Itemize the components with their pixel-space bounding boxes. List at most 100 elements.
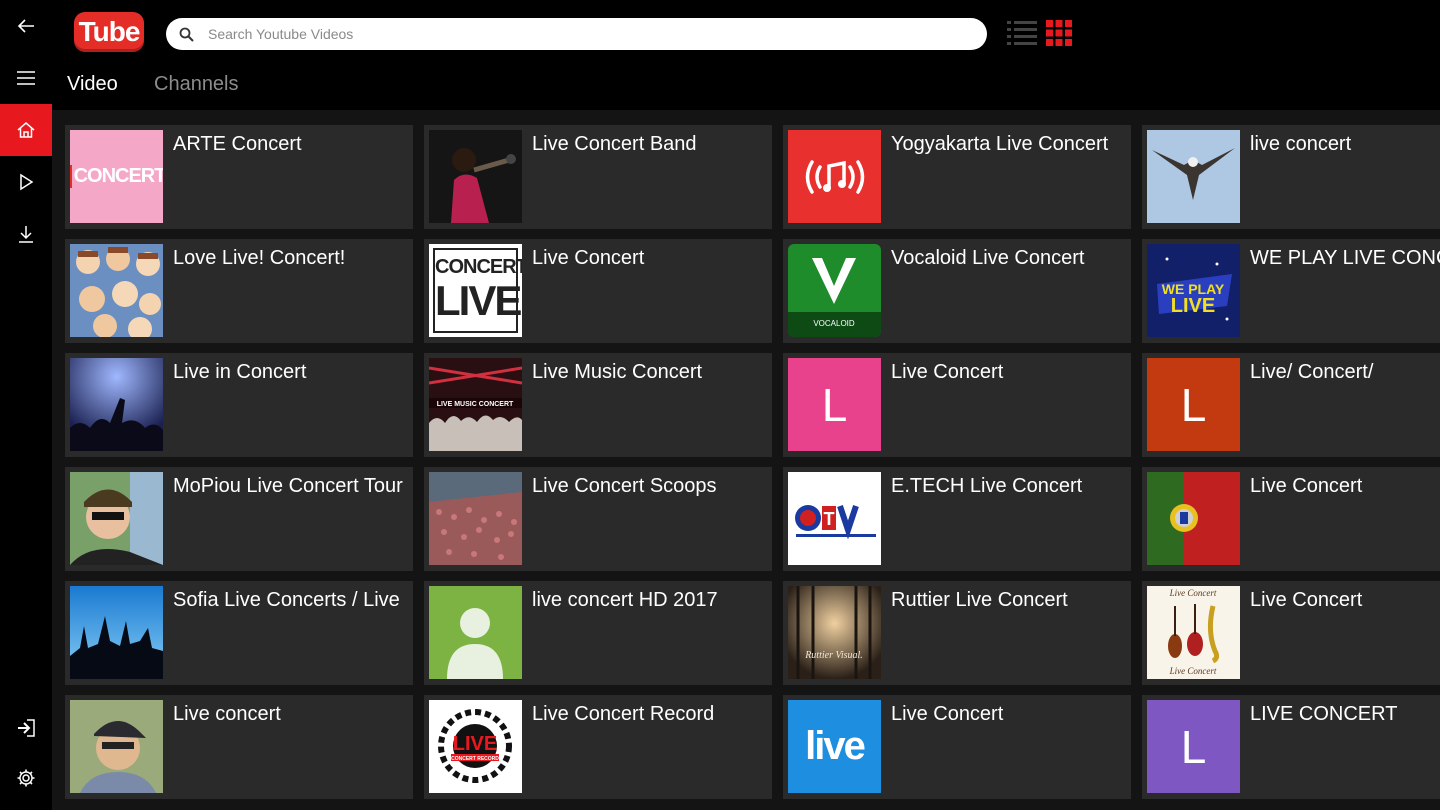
channel-card[interactable]: Live in Concert [65,353,413,457]
list-view-icon [1007,21,1037,45]
channel-thumbnail: CONCERT LIVE [429,244,522,337]
svg-text:LIVE: LIVE [1171,295,1215,317]
channel-thumbnail [429,586,522,679]
app-logo[interactable]: Tube [74,12,144,52]
channel-card[interactable]: Love Live! Concert! [65,239,413,343]
channel-title: live concert [1250,133,1352,155]
channel-grid: CONCERT ARTE Concert Live Concert Band Y… [52,110,1440,810]
channel-card[interactable]: L Live Concert [783,353,1131,457]
channel-card[interactable]: L Live/ Concert/ [1142,353,1440,457]
channel-card[interactable]: MoPiou Live Concert Tour [65,467,413,571]
svg-text:LIVE: LIVE [453,733,497,755]
settings-button[interactable] [0,752,52,804]
channel-thumbnail [1147,130,1240,223]
sign-in-icon [18,719,35,737]
channel-card[interactable]: Live concert [65,695,413,799]
channel-thumbnail: live [788,700,881,793]
back-arrow-icon [17,19,34,33]
header: Tube Video Channels [52,0,1440,110]
channel-title: Live Concert [891,703,1004,725]
channel-title: Ruttier Live Concert [891,589,1068,611]
svg-text:VOCALOID: VOCALOID [813,319,855,328]
channel-thumbnail [1147,472,1240,565]
grid-view-icon [1046,20,1072,46]
home-icon [17,122,35,138]
home-button[interactable] [0,104,52,156]
menu-button[interactable] [0,52,52,104]
channel-card[interactable]: Live Concert Band [424,125,772,229]
channel-title: Live Concert [532,247,645,269]
channel-thumbnail: LIVE CONCERT RECORD [429,700,522,793]
channel-title: WE PLAY LIVE CONCERT [1250,247,1440,269]
channel-card[interactable]: L LIVE CONCERT [1142,695,1440,799]
channel-title: Sofia Live Concerts / Live [173,589,400,611]
channel-title: Live/ Concert/ [1250,361,1374,383]
tab-channels[interactable]: Channels [154,73,239,96]
channel-thumbnail: CONCERT [70,130,163,223]
channel-card[interactable]: live concert HD 2017 [424,581,772,685]
channel-card[interactable]: live concert [1142,125,1440,229]
channel-title: LIVE CONCERT [1250,703,1398,725]
channel-card[interactable]: T E.TECH Live Concert [783,467,1131,571]
play-button[interactable] [0,156,52,208]
svg-text:Live Concert: Live Concert [1169,666,1217,676]
search-input[interactable] [206,25,970,43]
channel-thumbnail: Ruttier Visual. [788,586,881,679]
channel-card[interactable]: LIVE CONCERT RECORD Live Concert Record [424,695,772,799]
download-button[interactable] [0,208,52,260]
channel-card[interactable]: Yogyakarta Live Concert [783,125,1131,229]
channel-card[interactable]: Live Concert Live Concert Live Concert [1142,581,1440,685]
back-button[interactable] [0,0,52,52]
channel-thumbnail: L [1147,700,1240,793]
channel-title: Live in Concert [173,361,307,383]
channel-title: Live Concert [1250,475,1363,497]
svg-text:LIVE MUSIC CONCERT: LIVE MUSIC CONCERT [437,401,514,408]
channel-title: Yogyakarta Live Concert [891,133,1109,155]
channel-card[interactable]: VOCALOID Vocaloid Live Concert [783,239,1131,343]
channel-card[interactable]: live Live Concert [783,695,1131,799]
channel-thumbnail [429,472,522,565]
download-icon [19,226,33,243]
channel-title: Live concert [173,703,281,725]
channel-title: MoPiou Live Concert Tour [173,475,403,497]
channel-card[interactable]: LIVE MUSIC CONCERT Live Music Concert [424,353,772,457]
channel-thumbnail [788,130,881,223]
list-view-button[interactable] [1007,20,1037,51]
tab-video[interactable]: Video [67,73,118,96]
channel-thumbnail [70,586,163,679]
channel-card[interactable]: WE PLAYLIVE WE PLAY LIVE CONCERT [1142,239,1440,343]
channel-initial: L [1180,720,1207,773]
channel-title: Vocaloid Live Concert [891,247,1085,269]
channel-title: ARTE Concert [173,133,302,155]
channel-thumbnail [429,130,522,223]
search-bar[interactable] [166,18,987,50]
channel-initial: L [1180,378,1207,431]
left-rail [0,0,52,810]
channel-thumbnail: LIVE MUSIC CONCERT [429,358,522,451]
channel-title: E.TECH Live Concert [891,475,1083,497]
channel-card[interactable]: CONCERT ARTE Concert [65,125,413,229]
channel-thumbnail [70,358,163,451]
channel-card[interactable]: CONCERT LIVE Live Concert [424,239,772,343]
channel-card[interactable]: Live Concert [1142,467,1440,571]
channel-card[interactable]: Ruttier Visual. Ruttier Live Concert [783,581,1131,685]
channel-title: Live Concert Band [532,133,697,155]
svg-text:Live Concert: Live Concert [1169,588,1217,598]
channel-title: Live Concert [891,361,1004,383]
channel-title: live concert HD 2017 [532,589,718,611]
channel-title: Live Music Concert [532,361,703,383]
channel-title: Live Concert Scoops [532,475,717,497]
search-icon[interactable] [166,18,206,50]
svg-text:T: T [824,509,835,529]
sign-in-button[interactable] [0,702,52,754]
channel-card[interactable]: Sofia Live Concerts / Live [65,581,413,685]
channel-card[interactable]: Live Concert Scoops [424,467,772,571]
channel-thumbnail: WE PLAY LIVE [1147,244,1240,337]
grid-view-button[interactable] [1046,20,1072,51]
svg-text:CONCERT RECORD: CONCERT RECORD [451,756,499,762]
channel-thumbnail: Live Concert Live Concert [1147,586,1240,679]
channel-thumbnail [70,700,163,793]
channel-title: Love Live! Concert! [173,247,346,269]
channel-thumbnail: VOCALOID [788,244,881,337]
channel-title: Live Concert Record [532,703,715,725]
